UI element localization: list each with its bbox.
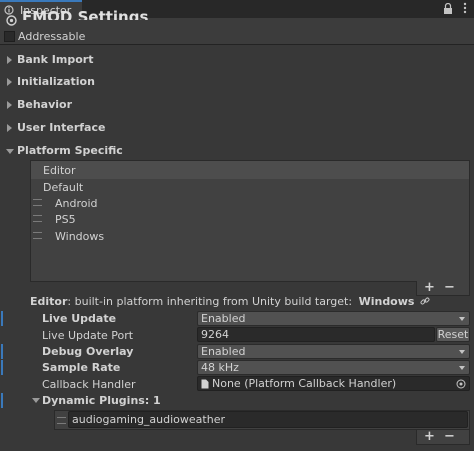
remove-platform-button[interactable]: − [444,280,455,295]
override-indicator [1,311,3,326]
target-icon[interactable] [456,379,466,389]
fmod-logo-icon [6,15,17,26]
override-indicator [1,360,3,375]
object-icon [201,379,209,389]
dropdown-caret-icon [459,350,465,354]
dynamic-plugins-label[interactable]: Dynamic Plugins: 1 [42,394,161,407]
platform-item-windows[interactable]: Windows [55,230,104,243]
add-platform-button[interactable]: + [424,280,435,295]
lock-icon[interactable] [443,3,453,14]
foldout-platform-specific[interactable]: Platform Specific [0,140,474,162]
chevron-right-icon [7,124,12,132]
override-indicator [1,344,3,359]
link-icon[interactable] [420,296,430,306]
debug-overlay-label: Debug Overlay [42,345,134,358]
addressable-checkbox[interactable] [4,31,15,42]
editor-info: Editor: built-in platform inheriting fro… [30,295,430,308]
platform-item-editor[interactable]: Editor [43,164,76,177]
drag-handle-icon[interactable] [57,417,66,424]
info-icon [4,5,14,15]
chevron-right-icon [7,56,12,64]
addressable-label: Addressable [18,30,86,43]
plugin-field[interactable]: audiogaming_audioweather [68,411,468,428]
platform-item-android[interactable]: Android [55,197,98,210]
platform-item-default[interactable]: Default [43,181,83,194]
chevron-right-icon [7,101,12,109]
live-update-dropdown[interactable]: Enabled [197,311,470,326]
page-title: FMOD Settings [22,10,149,20]
debug-overlay-dropdown[interactable]: Enabled [197,344,470,359]
live-update-label: Live Update [42,312,117,325]
drag-handle-icon[interactable] [33,199,42,206]
reset-button[interactable]: Reset [436,327,470,342]
live-update-port-label: Live Update Port [42,329,134,342]
drag-handle-icon[interactable] [33,215,42,222]
override-indicator [1,393,3,408]
chevron-down-icon [6,149,14,154]
foldout-bank-import[interactable]: Bank Import [0,49,474,71]
foldout-behavior[interactable]: Behavior [0,94,474,116]
more-icon[interactable] [460,2,470,14]
foldout-user-interface[interactable]: User Interface [0,117,474,139]
remove-plugin-button[interactable]: − [444,429,455,444]
sample-rate-label: Sample Rate [42,361,121,374]
dropdown-caret-icon [459,317,465,321]
live-update-port-field[interactable]: 9264 [197,327,435,342]
platform-item-ps5[interactable]: PS5 [55,213,76,226]
chevron-right-icon [7,78,12,86]
drag-handle-icon[interactable] [33,232,42,239]
foldout-initialization[interactable]: Initialization [0,71,474,93]
add-plugin-button[interactable]: + [424,429,435,444]
chevron-down-icon[interactable] [32,398,40,403]
dropdown-caret-icon [459,366,465,370]
callback-handler-label: Callback Handler [42,378,136,391]
callback-handler-field[interactable]: None (Platform Callback Handler) [197,376,470,391]
sample-rate-dropdown[interactable]: 48 kHz [197,360,470,375]
platform-list-selection [31,161,469,179]
